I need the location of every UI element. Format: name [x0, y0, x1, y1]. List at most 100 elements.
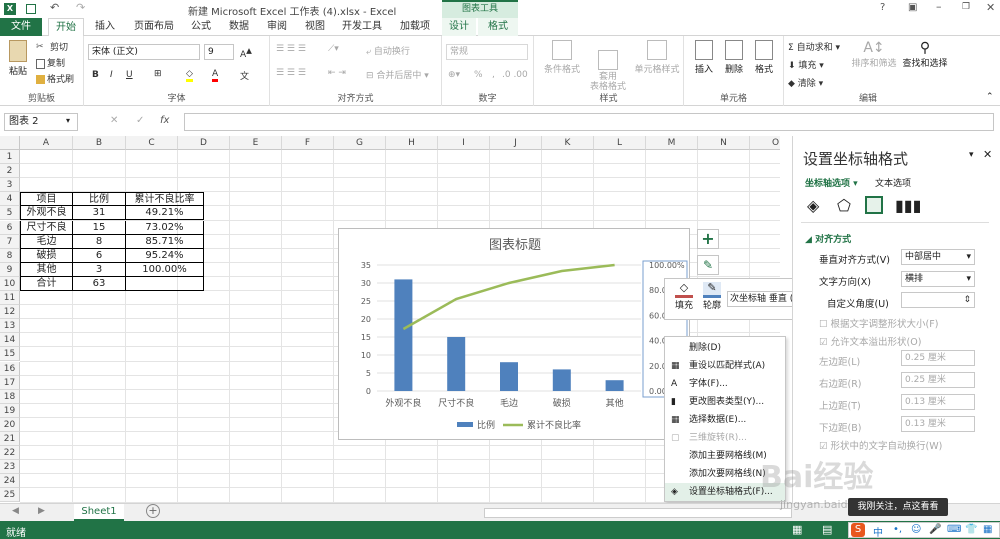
mic-icon[interactable]: 🎤	[929, 524, 941, 535]
column-header-B[interactable]: B	[73, 136, 126, 150]
follow-tip[interactable]: 我刚关注，点这看看	[848, 498, 948, 516]
cell-styles-button[interactable]: 单元格样式	[632, 40, 682, 75]
collapse-ribbon-icon[interactable]: ⌃	[986, 92, 994, 102]
column-header-E[interactable]: E	[230, 136, 282, 150]
tab-developer[interactable]: 开发工具	[336, 18, 388, 36]
column-header-A[interactable]: A	[20, 136, 73, 150]
tab-formulas[interactable]: 公式	[184, 18, 218, 36]
context-menu-item[interactable]: A 字体(F)...	[665, 375, 785, 393]
tab-insert[interactable]: 插入	[88, 18, 122, 36]
left-margin-input[interactable]: 0.25 厘米	[901, 350, 975, 366]
row-header-8[interactable]: 8	[0, 248, 20, 263]
table-cell[interactable]: 毛边	[20, 234, 73, 249]
undo-icon[interactable]: ↶	[50, 1, 59, 14]
autosum-button[interactable]: Σ 自动求和 ▾	[788, 40, 840, 53]
column-header-D[interactable]: D	[178, 136, 230, 150]
row-header-15[interactable]: 15	[0, 347, 20, 362]
chart-styles-button[interactable]: ✎	[697, 255, 719, 275]
font-name-select[interactable]: 宋体 (正文)	[88, 44, 200, 60]
autofit-checkbox[interactable]: ☐ 根据文字调整形状大小(F)	[819, 316, 938, 330]
context-menu-item[interactable]: 删除(D)	[665, 339, 785, 357]
indent-icon[interactable]: ⇤ ⇥	[328, 68, 346, 78]
minimize-icon[interactable]: –	[936, 0, 942, 13]
sheet-tab-sheet1[interactable]: Sheet1	[74, 504, 124, 521]
underline-button[interactable]: U	[126, 70, 133, 80]
number-format-select[interactable]: 常规	[446, 44, 528, 60]
overflow-checkbox[interactable]: ☑ 允许文本溢出形状(O)	[819, 334, 921, 348]
context-menu-item[interactable]: ▦ 选择数据(E)...	[665, 411, 785, 429]
horizontal-scrollbar[interactable]	[484, 508, 792, 518]
tab-home[interactable]: 开始	[48, 18, 84, 36]
row-header-16[interactable]: 16	[0, 361, 20, 376]
table-cell[interactable]: 15	[73, 220, 126, 235]
table-cell[interactable]: 85.71%	[126, 234, 204, 249]
row-header-18[interactable]: 18	[0, 389, 20, 404]
page-layout-view-icon[interactable]: ▤	[822, 523, 832, 536]
wrap-text-button[interactable]: ⤶ 自动换行	[366, 44, 410, 57]
prev-sheet-icon[interactable]: ◀	[12, 506, 19, 516]
sort-filter-button[interactable]: A↕ 排序和筛选	[850, 40, 898, 69]
emoji-icon[interactable]: ☺	[911, 524, 921, 535]
clear-button[interactable]: ◆ 清除 ▾	[788, 76, 823, 89]
tab-page-layout[interactable]: 页面布局	[128, 18, 180, 36]
column-header-C[interactable]: C	[126, 136, 178, 150]
tab-view[interactable]: 视图	[298, 18, 332, 36]
row-header-14[interactable]: 14	[0, 333, 20, 348]
row-header-25[interactable]: 25	[0, 488, 20, 503]
fill-color-icon[interactable]: ◇	[186, 69, 193, 82]
tab-addins[interactable]: 加载项	[392, 18, 438, 36]
row-header-19[interactable]: 19	[0, 403, 20, 418]
row-header-12[interactable]: 12	[0, 305, 20, 320]
bold-button[interactable]: B	[92, 70, 99, 80]
section-alignment[interactable]: ◢ 对齐方式	[805, 232, 851, 245]
table-cell[interactable]: 95.24%	[126, 248, 204, 263]
size-properties-icon[interactable]	[865, 196, 883, 214]
pane-close-icon[interactable]: ✕	[983, 148, 992, 161]
save-icon[interactable]	[26, 4, 36, 14]
column-header-F[interactable]: F	[282, 136, 334, 150]
chart-elements-button[interactable]: +	[697, 229, 719, 249]
table-cell[interactable]: 100.00%	[126, 262, 204, 277]
percent-button[interactable]: %	[474, 70, 483, 80]
close-icon[interactable]: ✕	[986, 1, 995, 14]
row-header-13[interactable]: 13	[0, 319, 20, 334]
table-cell[interactable]	[126, 276, 204, 291]
column-header-J[interactable]: J	[490, 136, 542, 150]
redo-icon[interactable]: ↷	[76, 1, 85, 14]
pane-options-icon[interactable]: ▾	[969, 150, 974, 160]
ime-punct-icon[interactable]: •,	[893, 524, 902, 535]
row-header-22[interactable]: 22	[0, 446, 20, 461]
column-header-H[interactable]: H	[386, 136, 438, 150]
phonetic-icon[interactable]: 文	[240, 69, 249, 82]
table-cell[interactable]: 3	[73, 262, 126, 277]
table-cell[interactable]: 49.21%	[126, 206, 204, 221]
column-header-K[interactable]: K	[542, 136, 594, 150]
skin-icon[interactable]: 👕	[965, 524, 977, 535]
table-header-cell[interactable]: 累计不良比率	[126, 192, 204, 207]
row-header-6[interactable]: 6	[0, 220, 20, 235]
axis-options-icon[interactable]: ▮▮▮	[895, 196, 921, 215]
comma-button[interactable]: ,	[492, 70, 495, 80]
help-icon[interactable]: ?	[880, 2, 885, 13]
currency-icon[interactable]: ⊕▾	[448, 70, 460, 80]
chart-object[interactable]: 图表标题051015202530350.00%20.00%40.00%60.00…	[338, 228, 690, 440]
table-cell[interactable]: 外观不良	[20, 206, 73, 221]
context-menu-item[interactable]: ▦ 重设以匹配样式(A)	[665, 357, 785, 375]
row-header-17[interactable]: 17	[0, 375, 20, 390]
normal-view-icon[interactable]: ▦	[792, 523, 802, 536]
confirm-entry-icon[interactable]: ✓	[136, 115, 144, 126]
format-as-table-button[interactable]: 套用 表格格式	[586, 40, 630, 92]
context-menu-item[interactable]: ▢ 三维旋转(R)...	[665, 429, 785, 447]
sogou-s-icon[interactable]: S	[851, 523, 865, 537]
tab-file[interactable]: 文件	[0, 18, 42, 36]
fill-button[interactable]: ⬇ 填充 ▾	[788, 58, 824, 71]
wrap-text-checkbox[interactable]: ☑ 形状中的文字自动换行(W)	[819, 438, 942, 452]
tab-design[interactable]: 设计	[442, 18, 476, 36]
table-header-cell[interactable]: 比例	[73, 192, 126, 207]
column-header-N[interactable]: N	[698, 136, 750, 150]
delete-cells-button[interactable]: 删除	[720, 40, 748, 75]
border-icon[interactable]: ⊞	[154, 69, 162, 79]
column-header-M[interactable]: M	[646, 136, 698, 150]
restore-icon[interactable]: ❐	[962, 2, 970, 12]
ime-mode-icon[interactable]: 中	[873, 524, 883, 539]
